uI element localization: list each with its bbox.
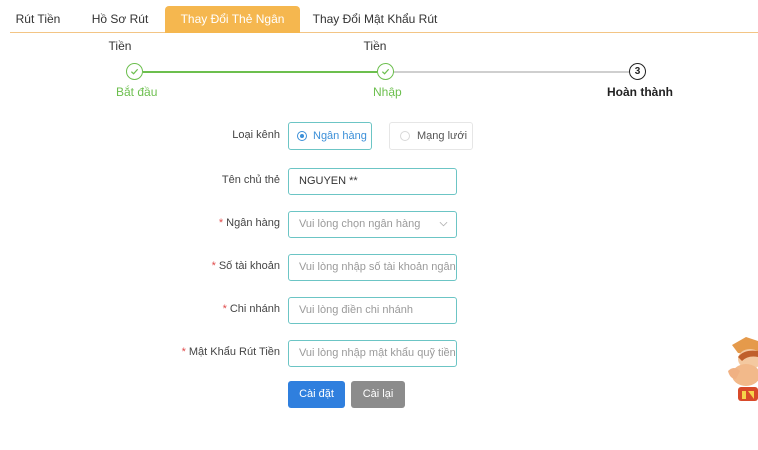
radio-bank-label: Ngân hàng (313, 130, 367, 142)
required-mark: * (218, 217, 224, 229)
step-3-label: Hoàn thành (607, 85, 673, 99)
radio-network-label: Mạng lưới (417, 130, 468, 142)
required-mark: * (181, 346, 186, 358)
holder-name-label: Tên chủ thẻ (221, 174, 280, 186)
mascot-image[interactable] (724, 335, 758, 407)
withdraw-password-label: * Mật Khẩu Rút Tiền (182, 346, 280, 358)
reset-button[interactable]: Cài lại (351, 381, 405, 408)
bank-label: * Ngân hàng (219, 217, 280, 229)
tab-withdraw-history[interactable]: Hồ Sơ Rút Tiền (80, 6, 160, 53)
channel-type-label: Loại kênh (232, 129, 280, 141)
step-1-circle (126, 63, 143, 80)
bank-label-text: Ngân hàng (226, 217, 280, 229)
tab-change-bank-card[interactable]: Thay Đổi Thẻ Ngân Hàng (165, 6, 300, 53)
step-3-circle: 3 (629, 63, 646, 80)
account-number-field[interactable]: Vui lòng nhập số tài khoản ngân hà (288, 254, 457, 281)
account-number-label-text: Số tài khoản (218, 260, 280, 272)
holder-name-field[interactable]: NGUYEN ** (288, 168, 457, 195)
branch-label: * Chi nhánh (223, 303, 280, 315)
bank-select-placeholder: Vui lòng chọn ngân hàng (299, 218, 421, 230)
step-2-label: Nhập (373, 85, 402, 99)
mascot-illustration (728, 337, 758, 401)
step-1-label: Bắt đầu (116, 85, 158, 99)
save-button[interactable]: Cài đặt (288, 381, 345, 408)
withdraw-password-label-text: Mật Khẩu Rút Tiền (188, 346, 280, 358)
radio-network[interactable]: Mạng lưới (389, 122, 473, 150)
tab-withdraw[interactable]: Rút Tiền (13, 6, 63, 33)
branch-field[interactable]: Vui lòng điền chi nhánh (288, 297, 457, 324)
step-connector-pending (393, 71, 629, 73)
radio-checked-icon (297, 131, 307, 141)
required-mark: * (222, 303, 227, 315)
tab-bar: Rút Tiền Hồ Sơ Rút Tiền Thay Đổi Thẻ Ngâ… (10, 0, 758, 53)
withdraw-password-field[interactable]: Vui lòng nhập mật khẩu quỹ tiền (288, 340, 457, 367)
required-mark: * (211, 260, 216, 272)
step-connector-done (143, 71, 377, 73)
chevron-down-icon (439, 221, 448, 227)
bank-select[interactable]: Vui lòng chọn ngân hàng (288, 211, 457, 238)
branch-label-text: Chi nhánh (229, 303, 280, 315)
check-icon (381, 68, 390, 75)
check-icon (130, 68, 139, 75)
radio-unchecked-icon (400, 131, 410, 141)
tab-change-withdraw-password[interactable]: Thay Đổi Mật Khẩu Rút Tiền (307, 6, 443, 53)
step-2-circle (377, 63, 394, 80)
radio-bank[interactable]: Ngân hàng (288, 122, 372, 150)
account-number-label: * Số tài khoản (212, 260, 280, 272)
